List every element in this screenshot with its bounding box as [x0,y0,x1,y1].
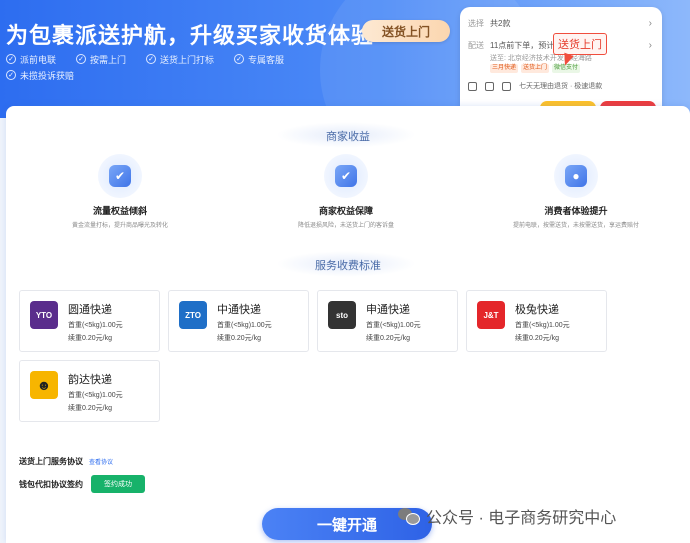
sign-success-badge: 签约成功 [91,475,145,493]
check-circle-icon: ✓ [6,70,16,80]
chevron-right-icon: › [648,17,652,29]
wechat-icon [398,507,420,525]
service-agreement-row: 送货上门服务协议 查看协议 [19,457,114,466]
yto-logo-icon: YTO [30,301,58,329]
zto-logo-icon: ZTO [179,301,207,329]
banner-title: 为包裹派送护航，升级买家收货体验 [6,23,375,48]
check-circle-icon: ✓ [6,54,16,64]
wallet-sign-row: 钱包代扣协议签约 签约成功 [19,475,145,493]
traffic-icon: ✔ [98,154,142,198]
courier-card-zto: ZTO 中通快递 首重(<5kg)1.00元 续重0.20元/kg [168,290,309,352]
check-circle-icon: ✓ [146,54,157,64]
main-card: 商家收益 ✔ 流量权益倾斜 黄金流量打标，提升商品曝光及转化 ✔ 商家权益保障 … [6,106,690,543]
merchant-benefits-title: 商家收益 [6,122,690,148]
phone-spec-row: 选择 共2款 › [468,17,652,29]
courier-card-yunda: ☻ 韵达快递 首重(<5kg)1.00元 续重0.20元/kg [19,360,160,422]
feature-item: ✓ 专属客服 [234,52,284,66]
check-circle-icon: ✓ [234,54,245,64]
phone-badges: 三月快递 送货上门 微信支付 [490,64,581,73]
courier-card-yto: YTO 圆通快递 首重(<5kg)1.00元 续重0.20元/kg [19,290,160,352]
jt-logo-icon: J&T [477,301,505,329]
feature-item: ✓ 派前电联 [6,52,56,66]
check-circle-icon: ✓ [76,54,87,64]
door-delivery-tag: 送货上门 [362,20,450,42]
feature-item: ✓ 按需上门 [76,52,126,66]
benefit-protection: ✔ 商家权益保障 降低退损风险，未送货上门的客诉盘 [236,154,456,229]
benefit-traffic: ✔ 流量权益倾斜 黄金流量打标，提升商品曝光及转化 [10,154,230,229]
fee-standard-title: 服务收费标准 [6,251,690,277]
watermark: 公众号 · 电子商务研究中心 [398,504,616,528]
feature-list: ✓ 派前电联 ✓ 按需上门 ✓ 送货上门打标 ✓ 专属客服 ✓ 未揽投诉获赔 [6,52,346,82]
cart-icon [502,81,511,91]
courier-card-sto: sto 申通快递 首重(<5kg)1.00元 续重0.20元/kg [317,290,458,352]
chevron-right-icon: › [648,39,652,51]
yunda-logo-icon: ☻ [30,371,58,399]
shop-icon [468,81,477,91]
shield-icon: ✔ [324,154,368,198]
courier-card-jt: J&T 极兔快递 首重(<5kg)1.00元 续重0.20元/kg [466,290,607,352]
view-agreement-link[interactable]: 查看协议 [89,457,113,466]
user-icon: ● [554,154,598,198]
door-delivery-stamp: 送货上门 [553,33,607,55]
feature-item: ✓ 未揽投诉获赔 [6,68,74,82]
benefit-experience: ● 消费者体验提升 提前电联，按需送货，未按需送货，享运费赔付 [466,154,686,229]
sto-logo-icon: sto [328,301,356,329]
phone-bottom-bar: 七天无理由退货 · 极速退款 [468,81,654,91]
feature-item: ✓ 送货上门打标 [146,52,214,66]
chat-icon [485,81,494,91]
